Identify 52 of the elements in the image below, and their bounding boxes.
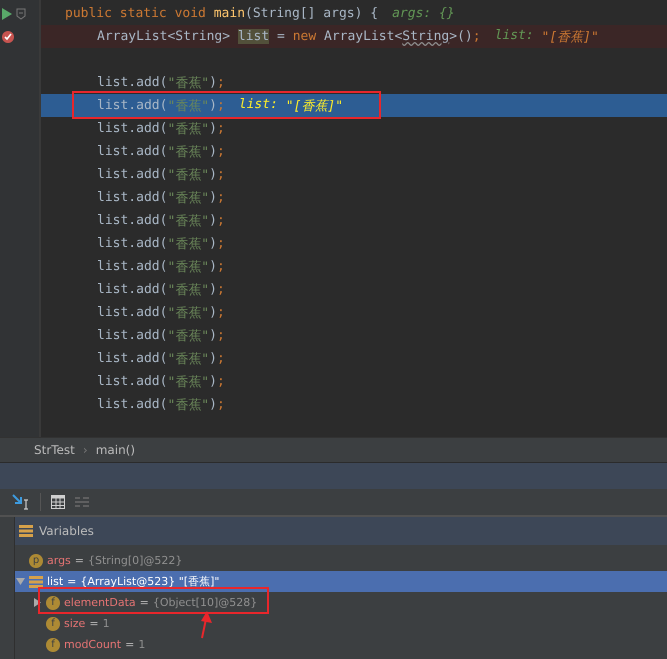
annotation-arrow (198, 611, 214, 639)
code-line: list.add("香蕉"); (96, 166, 226, 184)
variable-value: {ArrayList@523} "[香蕉]" (80, 574, 220, 589)
code-line: list.add("香蕉"); (96, 281, 226, 300)
variable-row[interactable]: f elementData = {Object[10]@528} (15, 592, 667, 613)
badge-icon: f (46, 596, 60, 610)
variable-value: {Object[10]@528} (152, 596, 258, 609)
run-icon[interactable] (2, 8, 12, 20)
expand-arrow-icon[interactable] (32, 598, 42, 607)
variable-value: 1 (102, 617, 110, 630)
code-line: list.add("香蕉"); (96, 350, 226, 368)
breadcrumb-separator: › (82, 443, 88, 457)
variable-name: modCount (64, 638, 122, 651)
code-line: list.add("香蕉"); (96, 396, 226, 414)
calculator-icon[interactable] (51, 495, 65, 509)
list-icon (29, 576, 43, 588)
variable-name: size (64, 617, 86, 630)
breadcrumb[interactable]: main() (96, 443, 136, 457)
code-line: list.add("香蕉"); (96, 189, 226, 208)
code-line: public static void main(String[] args) { args: {} (64, 5, 456, 23)
variables-icon (19, 525, 33, 537)
code-line: list.add("香蕉"); (96, 143, 226, 162)
code-line: list.add("香蕉"); (96, 120, 226, 138)
badge-icon: f (46, 616, 60, 630)
badge-icon: f (46, 638, 60, 652)
variable-name: args (47, 554, 71, 567)
code-line: list.add("香蕉"); (96, 327, 226, 346)
code-line: list.add("香蕉"); (96, 373, 226, 392)
code-line: list.add("香蕉"); (96, 258, 226, 276)
breakpoint-icon[interactable] (2, 30, 14, 42)
variable-name: elementData (64, 596, 136, 609)
variable-name: list (47, 575, 64, 588)
equals-sign: = (89, 617, 99, 630)
arrow-cursor-icon[interactable] (12, 494, 30, 510)
fold-icon[interactable] (16, 8, 26, 20)
badge-icon: p (29, 554, 43, 568)
variable-row[interactable]: list = {ArrayList@523} "[香蕉]" (15, 571, 667, 592)
breadcrumb[interactable]: StrTest (34, 443, 75, 457)
panel-title: Variables (39, 524, 94, 538)
equals-sign: = (67, 575, 76, 588)
equals-sign: = (140, 596, 149, 609)
variable-value: 1 (138, 638, 146, 651)
variable-row[interactable]: f modCount = 1 (15, 634, 667, 655)
equals-sign: = (125, 638, 134, 651)
code-line: list.add("香蕉"); (96, 74, 226, 92)
code-line: list.add("香蕉"); (96, 235, 226, 254)
variable-row[interactable]: p args = {String[0]@522} (15, 550, 667, 571)
code-line: list.add("香蕉"); (96, 304, 226, 322)
variable-row[interactable]: f size = 1 (15, 613, 667, 634)
code-line: list.add("香蕉"); (96, 212, 226, 230)
variable-value: {String[0]@522} (88, 554, 182, 567)
equals-sign: = (74, 554, 84, 567)
